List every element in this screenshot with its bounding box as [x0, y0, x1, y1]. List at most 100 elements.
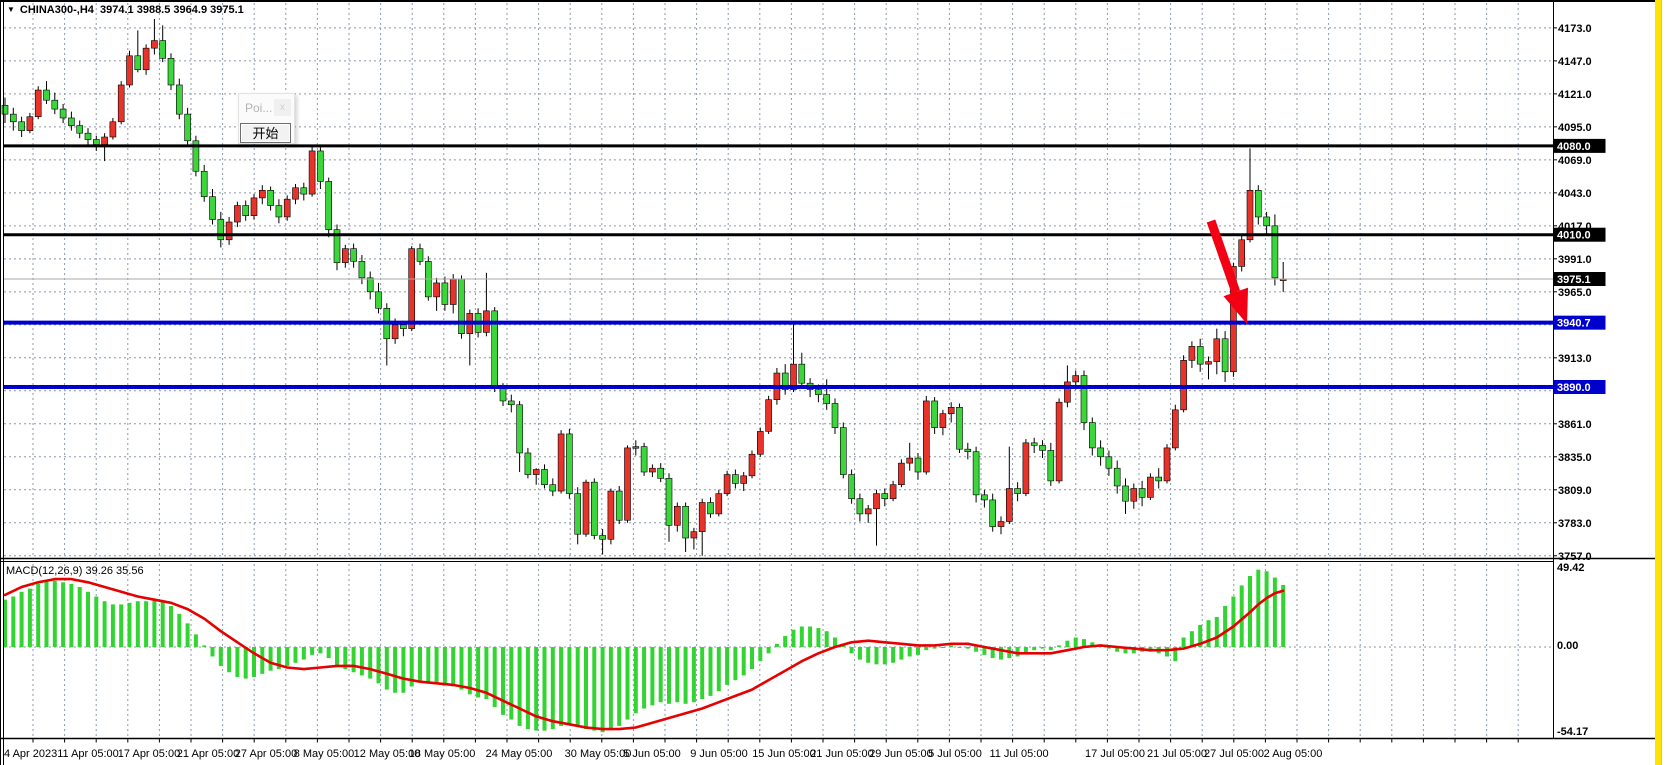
bear-candle: [301, 188, 307, 194]
bear-candle: [857, 499, 863, 514]
macd-bar: [460, 647, 464, 690]
close-icon[interactable]: x: [274, 99, 291, 116]
bear-candle: [840, 428, 846, 475]
bull-candle: [226, 222, 232, 240]
bull-candle: [724, 475, 730, 494]
bear-candle: [832, 403, 838, 427]
macd-bar: [700, 647, 704, 699]
macd-bar: [1281, 585, 1285, 647]
macd-bar: [352, 647, 356, 672]
macd-bar: [758, 647, 762, 661]
macd-indicator-label: MACD(12,26,9) 39.26 35.56: [6, 565, 144, 577]
bear-candle: [815, 390, 821, 395]
bear-candle: [915, 458, 921, 472]
bear-candle: [1098, 448, 1104, 457]
macd-bar: [393, 647, 397, 693]
bear-candle: [60, 109, 66, 118]
bull-candle: [434, 283, 440, 297]
price-tick-label: 3783.0: [1558, 518, 1592, 530]
macd-bar: [11, 597, 15, 647]
popup-title: Poi...: [245, 101, 272, 115]
macd-bar: [161, 601, 165, 647]
bear-candle: [135, 56, 141, 70]
bear-candle: [417, 249, 423, 262]
macd-bar: [601, 647, 605, 732]
bear-candle: [85, 133, 91, 139]
macd-bar: [327, 647, 331, 658]
time-tick-label: 24 May 05:00: [486, 748, 553, 760]
price-tick-label: 3991.0: [1558, 254, 1592, 266]
bear-candle: [201, 171, 207, 196]
time-tick-label: 11 Apr 05:00: [57, 748, 119, 760]
bear-candle: [1255, 190, 1261, 217]
start-button[interactable]: 开始: [240, 123, 291, 143]
macd-bar: [783, 636, 787, 647]
bull-candle: [151, 41, 157, 49]
bear-candle: [1106, 457, 1112, 468]
bull-candle: [898, 463, 904, 485]
bull-candle: [35, 90, 41, 117]
macd-bar: [186, 623, 190, 647]
macd-bar: [966, 647, 970, 649]
bear-candle: [2, 105, 8, 114]
macd-bar: [285, 647, 289, 666]
bear-candle: [616, 491, 622, 520]
popup-titlebar[interactable]: Poi... x: [239, 94, 294, 123]
macd-bar: [692, 647, 696, 702]
macd-bar: [1265, 571, 1269, 647]
macd-bar: [858, 647, 862, 660]
ohlc-quote-label: 3974.1 3988.5 3964.9 3975.1: [100, 4, 244, 16]
bear-candle: [1197, 346, 1203, 364]
macd-bar: [385, 647, 389, 690]
bear-candle: [176, 85, 182, 114]
bear-candle: [849, 475, 855, 499]
macd-bar: [435, 647, 439, 683]
price-level-badge-label: 3940.7: [1557, 318, 1591, 330]
bull-candle: [284, 199, 290, 217]
bear-candle: [276, 206, 282, 217]
macd-bar: [891, 647, 895, 663]
macd-bar: [20, 592, 24, 647]
time-tick-label: 29 Jun 05:00: [869, 748, 933, 760]
macd-bar: [800, 626, 804, 647]
bull-candle: [309, 151, 315, 194]
macd-bar: [119, 604, 123, 647]
macd-bar: [825, 631, 829, 647]
time-tick-label: 21 Jul 05:00: [1147, 748, 1207, 760]
macd-bar: [194, 634, 198, 647]
chevron-down-icon[interactable]: ▼: [7, 5, 15, 14]
bull-candle: [102, 137, 108, 145]
bear-candle: [1089, 423, 1095, 448]
macd-bar: [1182, 638, 1186, 647]
macd-bar: [1273, 578, 1277, 647]
bear-candle: [10, 114, 16, 122]
price-level-badge-label: 3975.1: [1557, 274, 1591, 286]
bear-candle: [658, 468, 664, 478]
bull-candle: [450, 279, 456, 304]
bull-candle: [757, 431, 763, 454]
macd-bar: [866, 647, 870, 663]
bear-candle: [1031, 443, 1037, 446]
macd-bar: [725, 647, 729, 685]
bear-candle: [550, 485, 556, 491]
macd-bar: [1240, 585, 1244, 647]
macd-bar: [1065, 641, 1069, 647]
bear-candle: [1040, 445, 1046, 450]
macd-bar: [1074, 638, 1078, 647]
macd-bar: [875, 647, 879, 664]
price-tick-label: 3809.0: [1558, 485, 1592, 497]
bull-candle: [558, 434, 564, 491]
macd-bar: [443, 647, 447, 685]
bull-candle: [741, 476, 747, 484]
macd-bar: [227, 647, 231, 672]
bull-candle: [699, 502, 705, 531]
macd-bar: [152, 600, 156, 647]
time-tick-label: 18 May 05:00: [409, 748, 476, 760]
bear-candle: [160, 41, 166, 59]
bear-candle: [508, 401, 514, 405]
macd-bar: [1231, 597, 1235, 647]
macd-bar: [111, 604, 115, 647]
macd-bar: [86, 592, 90, 647]
macd-bar: [1057, 645, 1061, 647]
macd-bar: [28, 589, 32, 647]
